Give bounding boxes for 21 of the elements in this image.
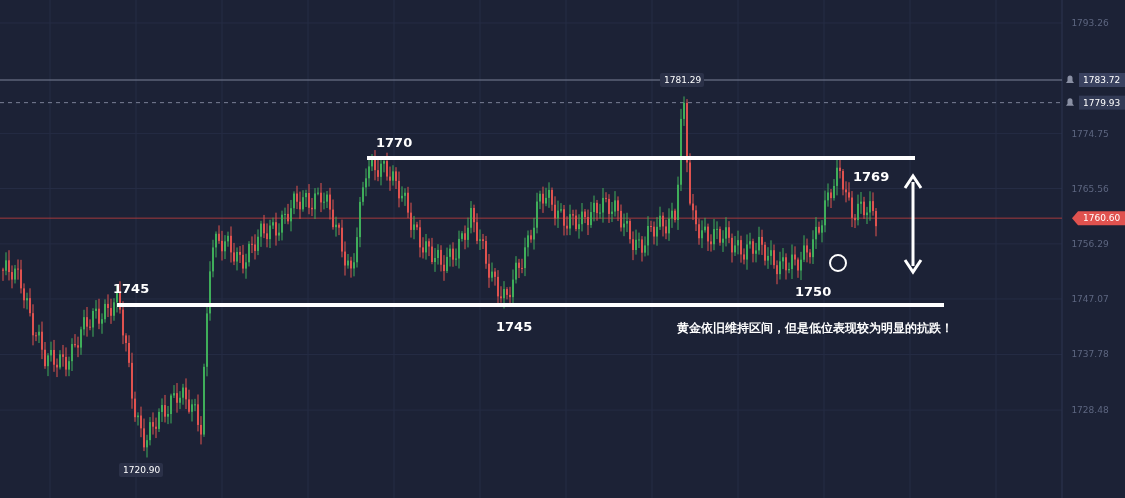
circle-marker: [829, 254, 847, 272]
alert-price-tag: 1783.72: [1079, 73, 1125, 87]
alert-price-tag: 1779.93: [1079, 95, 1125, 110]
price-axis-label: 1756.29: [1071, 238, 1109, 249]
price-annotation: 1745: [496, 319, 533, 334]
high-price-tag: 1781.29: [660, 73, 704, 87]
price-annotation: 1745: [113, 281, 150, 296]
price-axis-label: 1737.78: [1071, 349, 1109, 360]
bell-icon[interactable]: [1066, 75, 1074, 83]
price-axis-label: 1747.07: [1071, 294, 1109, 304]
caption-text: 黄金依旧维持区间，但是低位表现较为明显的抗跌！: [677, 321, 953, 335]
price-axis-label: 1765.56: [1071, 183, 1109, 194]
low-price-tag: 1720.90: [119, 463, 163, 477]
current-price-tag: 1760.60: [1072, 211, 1125, 226]
price-axis-label: 1728.48: [1071, 405, 1109, 416]
price-annotation: 1769: [853, 169, 890, 184]
price-axis-label: 1793.26: [1071, 18, 1109, 28]
bell-icon[interactable]: [1066, 98, 1074, 106]
price-annotation: 1770: [376, 135, 413, 150]
price-axis-label: 1774.75: [1071, 128, 1109, 139]
price-annotation: 1750: [795, 284, 832, 299]
